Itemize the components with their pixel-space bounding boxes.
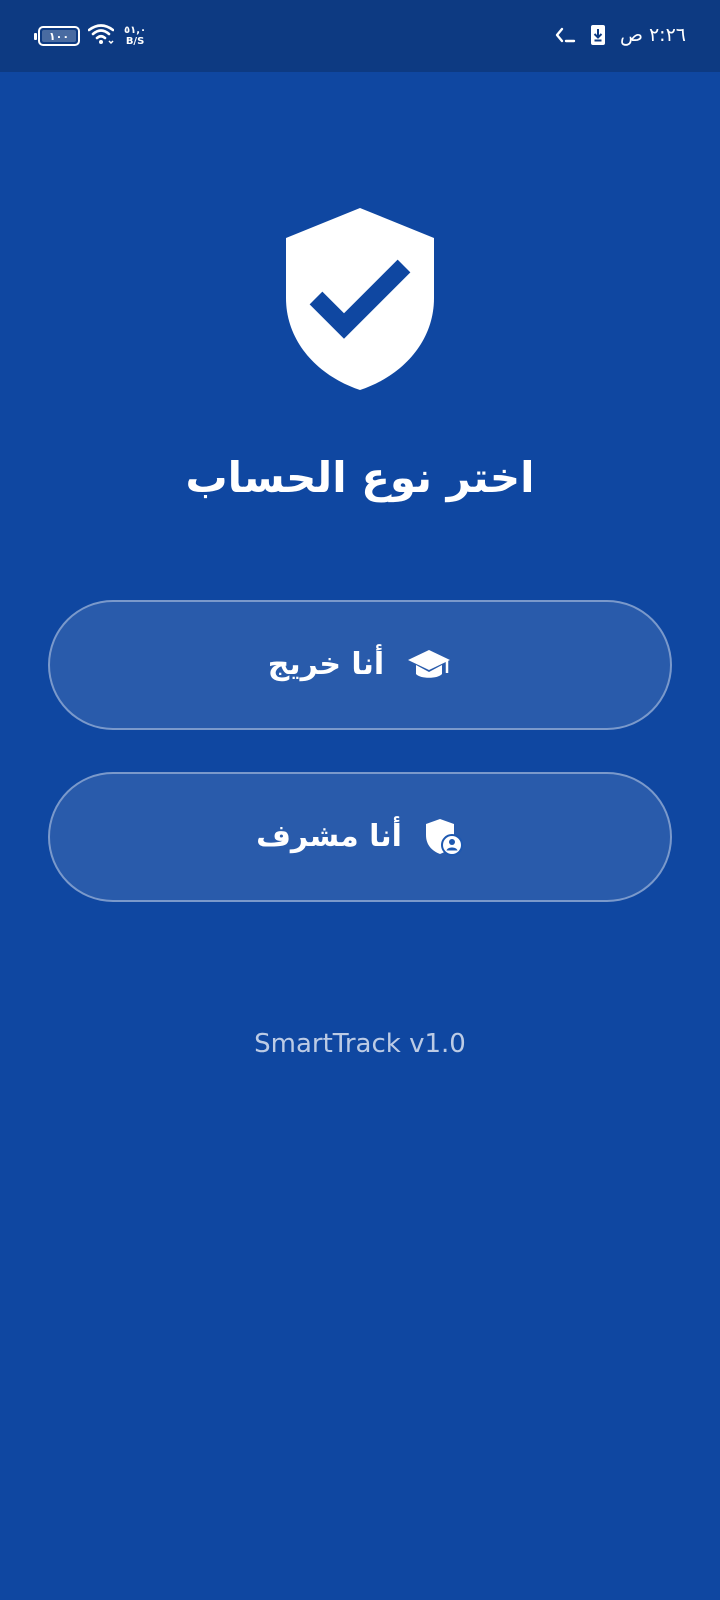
app-version: SmartTrack v1.0 xyxy=(254,1029,466,1059)
graduate-button-label: أنا خريج xyxy=(267,647,385,682)
page-title: اختر نوع الحساب xyxy=(185,453,535,502)
graduate-button-content: أنا خريج xyxy=(268,645,452,685)
supervisor-button-label: أنا مشرف xyxy=(256,819,402,854)
graduation-cap-icon xyxy=(406,647,452,683)
shield-check-icon xyxy=(284,206,436,392)
supervisor-button[interactable]: أنا مشرف xyxy=(48,772,672,902)
status-bar-right: ٢:٢٦ ص xyxy=(540,20,686,50)
supervisor-button-content: أنا مشرف xyxy=(256,817,464,857)
wifi-icon xyxy=(87,23,115,49)
status-bar: ١٠٠ ٥١,٠ B/S ٢:٢٦ ص xyxy=(0,0,720,72)
graduate-button[interactable]: أنا خريج xyxy=(48,600,672,730)
download-notification-icon xyxy=(590,24,606,46)
status-bar-left: ١٠٠ ٥١,٠ B/S xyxy=(34,22,146,50)
network-speed-unit: B/S xyxy=(125,36,145,47)
battery-icon: ١٠٠ xyxy=(34,26,80,46)
account-type-screen: ١٠٠ ٥١,٠ B/S ٢:٢٦ ص اختر نوع الحساب أنا … xyxy=(0,0,720,1600)
terminal-icon xyxy=(554,25,576,45)
network-speed-value: ٥١,٠ xyxy=(124,25,147,36)
clock: ٢:٢٦ ص xyxy=(619,24,686,46)
network-speed: ٥١,٠ B/S xyxy=(124,25,146,47)
battery-level: ١٠٠ xyxy=(48,29,70,43)
admin-shield-icon xyxy=(424,817,464,857)
